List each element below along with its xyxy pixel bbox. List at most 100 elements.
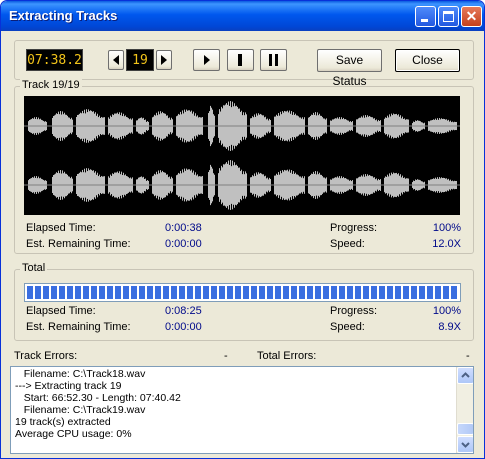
log-lines: Filename: C:\Track18.wav ---> Extracting … — [15, 368, 455, 440]
total-progress-fill — [27, 286, 458, 299]
total-speed-value: 8.9X — [438, 321, 461, 333]
stop-button[interactable] — [227, 49, 254, 71]
log-line: 19 track(s) extracted — [15, 416, 111, 428]
save-status-button[interactable]: Save Status — [317, 49, 382, 88]
progress-segment — [435, 286, 441, 299]
log-output[interactable]: Filename: C:\Track18.wav ---> Extracting … — [10, 366, 474, 454]
progress-segment — [235, 286, 241, 299]
close-button[interactable]: Close — [395, 49, 460, 72]
progress-segment — [307, 286, 313, 299]
progress-segment — [355, 286, 361, 299]
progress-segment — [299, 286, 305, 299]
progress-segment — [83, 286, 89, 299]
scroll-down-button[interactable] — [457, 436, 473, 453]
progress-segment — [51, 286, 57, 299]
progress-segment — [315, 286, 321, 299]
progress-segment — [395, 286, 401, 299]
progress-segment — [139, 286, 145, 299]
track-progress-value: 100% — [432, 222, 461, 234]
log-line: Filename: C:\Track18.wav — [15, 368, 146, 380]
close-window-button[interactable]: ✕ — [461, 6, 482, 27]
scroll-up-button[interactable] — [457, 367, 473, 384]
progress-segment — [171, 286, 177, 299]
progress-segment — [187, 286, 193, 299]
progress-segment — [323, 286, 329, 299]
progress-segment — [163, 286, 169, 299]
maximize-icon — [443, 11, 454, 22]
progress-segment — [91, 286, 97, 299]
progress-segment — [227, 286, 233, 299]
progress-segment — [243, 286, 249, 299]
progress-segment — [59, 286, 65, 299]
progress-segment — [419, 286, 425, 299]
progress-segment — [131, 286, 137, 299]
previous-track-button[interactable] — [108, 50, 124, 70]
chevron-up-icon — [461, 372, 470, 378]
triangle-right-icon — [161, 55, 167, 65]
scroll-thumb[interactable] — [457, 423, 473, 435]
minimize-button[interactable] — [415, 6, 436, 27]
progress-segment — [147, 286, 153, 299]
progress-segment — [451, 286, 457, 299]
progress-segment — [427, 286, 433, 299]
progress-segment — [291, 286, 297, 299]
progress-segment — [403, 286, 409, 299]
pause-button[interactable] — [260, 49, 287, 71]
track-speed-label: Speed: — [330, 238, 365, 250]
progress-segment — [43, 286, 49, 299]
track-remaining-value: 0:00:00 — [165, 238, 202, 250]
progress-segment — [259, 286, 265, 299]
next-track-button[interactable] — [156, 50, 172, 70]
track-progress-label: Progress: — [330, 222, 378, 234]
progress-segment — [371, 286, 377, 299]
progress-segment — [203, 286, 209, 299]
play-button[interactable] — [193, 49, 220, 71]
progress-segment — [443, 286, 449, 299]
progress-segment — [107, 286, 113, 299]
progress-segment — [275, 286, 281, 299]
progress-segment — [115, 286, 121, 299]
progress-segment — [331, 286, 337, 299]
progress-segment — [155, 286, 161, 299]
progress-segment — [283, 286, 289, 299]
track-errors-value: - — [224, 350, 228, 362]
log-line: Start: 66:52.30 - Length: 07:40.42 — [15, 392, 181, 404]
total-elapsed-value: 0:08:25 — [165, 305, 202, 317]
progress-segment — [339, 286, 345, 299]
total-progress-label: Progress: — [330, 305, 378, 317]
log-line: ---> Extracting track 19 — [15, 380, 122, 392]
total-elapsed-label: Elapsed Time: — [26, 305, 96, 317]
progress-segment — [179, 286, 185, 299]
track-speed-value: 12.0X — [432, 238, 461, 250]
progress-segment — [99, 286, 105, 299]
log-scrollbar[interactable] — [456, 367, 473, 453]
track-group-label: Track 19/19 — [20, 79, 82, 91]
total-remaining-label: Est. Remaining Time: — [26, 321, 131, 333]
title-bar[interactable]: Extracting Tracks ✕ — [1, 1, 484, 31]
total-speed-label: Speed: — [330, 321, 365, 333]
minimize-icon — [421, 19, 428, 22]
total-group-label: Total — [20, 262, 48, 274]
progress-segment — [267, 286, 273, 299]
log-line: Average CPU usage: 0% — [15, 428, 132, 440]
total-errors-value: - — [466, 350, 470, 362]
total-progress-bar — [24, 283, 461, 302]
total-progress-value: 100% — [432, 305, 461, 317]
waveform-display — [24, 96, 460, 215]
track-elapsed-label: Elapsed Time: — [26, 222, 96, 234]
track-errors-label: Track Errors: — [14, 350, 78, 362]
progress-segment — [35, 286, 41, 299]
time-display: 07:38.2 — [26, 49, 83, 71]
track-elapsed-value: 0:00:38 — [165, 222, 202, 234]
window-title: Extracting Tracks — [9, 8, 118, 23]
progress-segment — [219, 286, 225, 299]
close-icon: ✕ — [465, 8, 478, 24]
triangle-left-icon — [113, 55, 119, 65]
pause-icon — [269, 54, 278, 66]
progress-segment — [27, 286, 33, 299]
maximize-button[interactable] — [438, 6, 459, 27]
total-errors-label: Total Errors: — [257, 350, 317, 362]
progress-segment — [123, 286, 129, 299]
progress-segment — [411, 286, 417, 299]
progress-segment — [67, 286, 73, 299]
